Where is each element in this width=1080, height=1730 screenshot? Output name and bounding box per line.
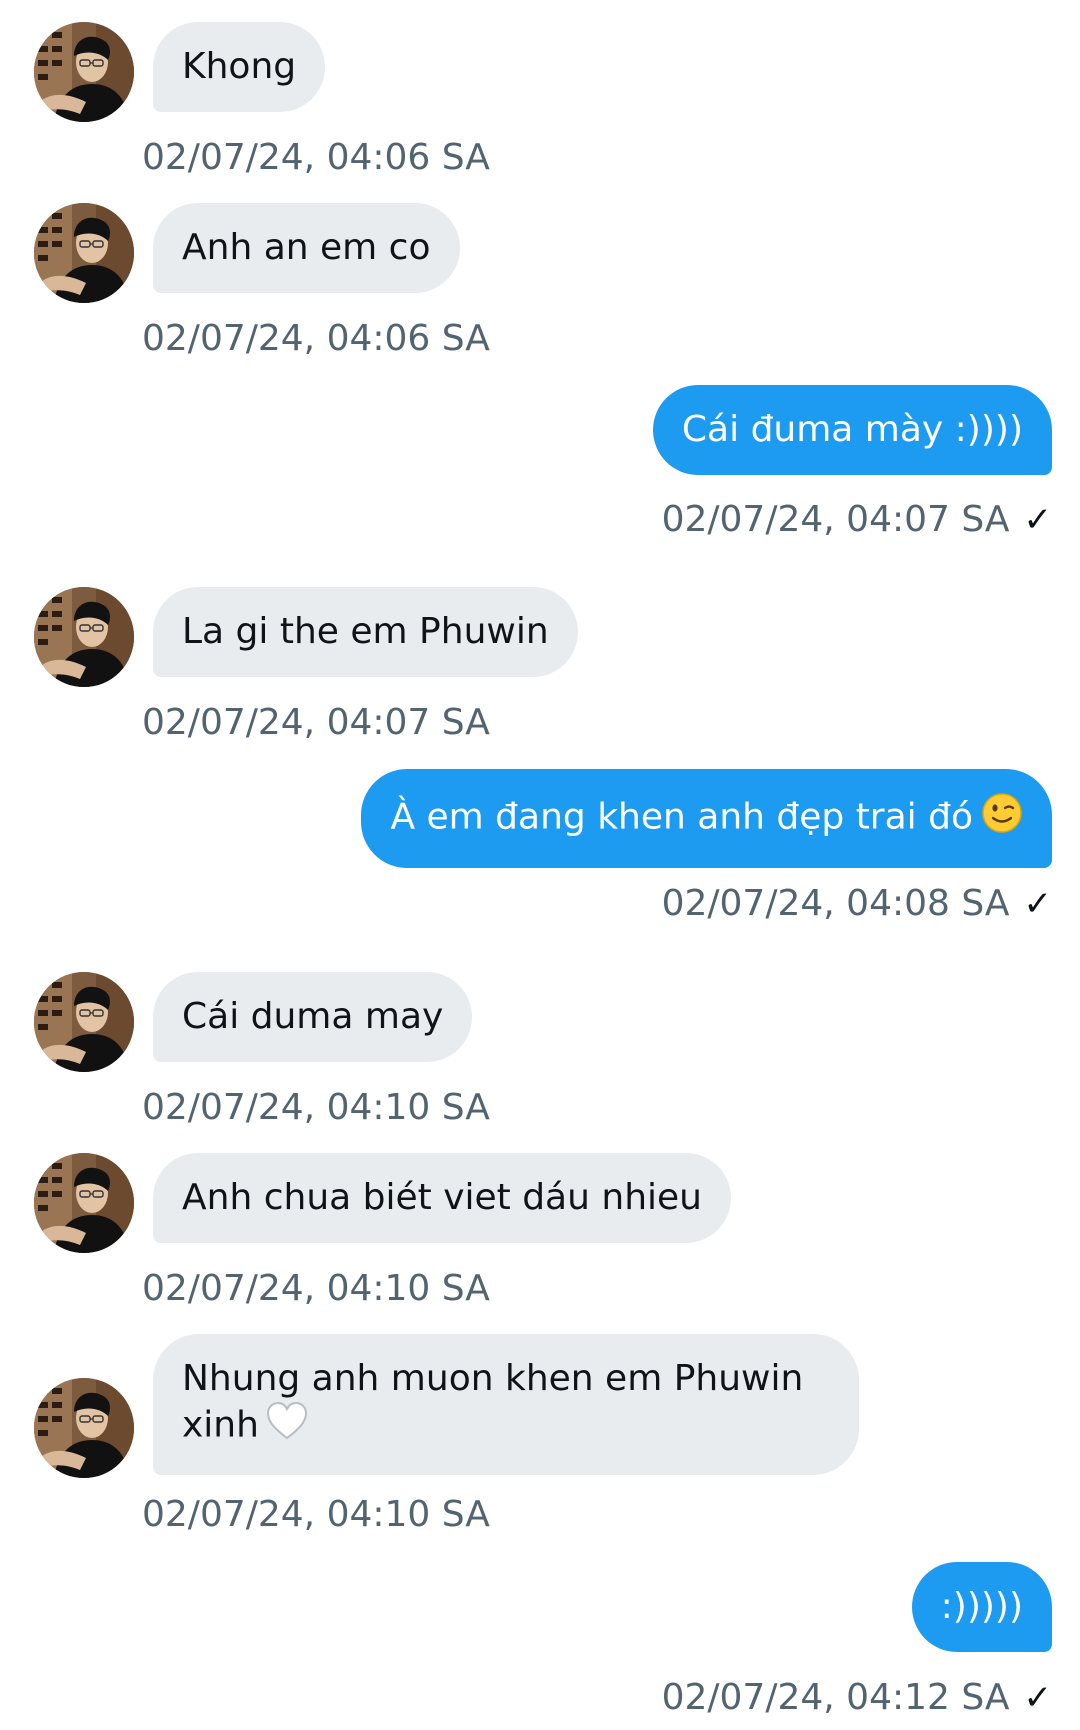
message-text: :))))) [940, 1586, 1023, 1627]
outgoing-message: :))))) 02/07/24, 04:12 SA ✓ [0, 0, 1080, 1730]
chat-thread[interactable]: Khong 02/07/24, 04:06 SA Anh an em co 02… [0, 0, 1080, 1730]
message-timestamp-row: 02/07/24, 04:12 SA ✓ [662, 1676, 1052, 1720]
check-icon: ✓ [1023, 1678, 1053, 1718]
message-timestamp: 02/07/24, 04:12 SA [661, 1677, 1010, 1718]
message-bubble[interactable]: :))))) [911, 1562, 1052, 1652]
